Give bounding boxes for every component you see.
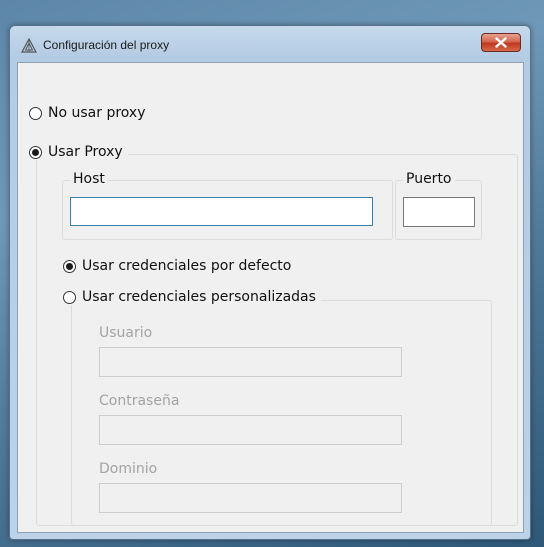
user-label: Usuario bbox=[99, 325, 153, 341]
custom-credentials-label: Usar credenciales personalizadas bbox=[82, 289, 316, 305]
close-icon bbox=[495, 37, 507, 48]
host-input[interactable] bbox=[70, 197, 373, 226]
port-label: Puerto bbox=[403, 171, 455, 187]
dialog-client-area: No usar proxy Usar Proxy Host Puerto Usa… bbox=[17, 62, 524, 533]
window-title: Configuración del proxy bbox=[43, 38, 170, 52]
title-bar[interactable]: Configuración del proxy bbox=[10, 26, 530, 63]
custom-credentials-radio[interactable] bbox=[63, 290, 76, 304]
use-proxy-radio[interactable] bbox=[29, 145, 42, 159]
use-proxy-label: Usar Proxy bbox=[48, 144, 123, 160]
default-credentials-radio[interactable] bbox=[63, 259, 76, 273]
no-proxy-label: No usar proxy bbox=[48, 105, 146, 121]
port-input[interactable] bbox=[403, 197, 475, 227]
host-label: Host bbox=[70, 171, 108, 187]
user-input[interactable] bbox=[99, 347, 402, 377]
no-proxy-radio[interactable] bbox=[29, 106, 42, 120]
domain-input[interactable] bbox=[99, 483, 402, 513]
close-button[interactable] bbox=[481, 33, 521, 52]
use-proxy-option[interactable]: Usar Proxy bbox=[29, 144, 128, 160]
domain-label: Dominio bbox=[99, 461, 158, 477]
password-label: Contraseña bbox=[99, 393, 180, 409]
custom-credentials-option[interactable]: Usar credenciales personalizadas bbox=[63, 289, 321, 305]
default-credentials-option[interactable]: Usar credenciales por defecto bbox=[63, 258, 297, 274]
default-credentials-label: Usar credenciales por defecto bbox=[82, 258, 292, 274]
proxy-config-dialog: Configuración del proxy No usar proxy Us… bbox=[9, 25, 531, 540]
app-icon bbox=[20, 37, 38, 53]
password-input[interactable] bbox=[99, 415, 402, 445]
no-proxy-option[interactable]: No usar proxy bbox=[29, 105, 151, 121]
